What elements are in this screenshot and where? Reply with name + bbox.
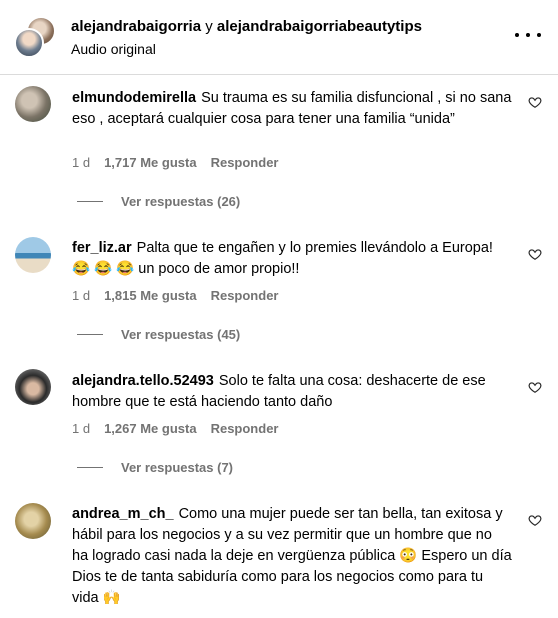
avatar[interactable] [15,237,51,273]
dot [515,33,519,37]
like-heart-icon[interactable] [528,513,542,527]
audio-link[interactable]: Audio original [71,41,156,57]
more-options-button[interactable] [515,22,541,48]
author-link[interactable]: alejandrabaigorriabeautytips [217,18,422,35]
avatar [14,28,44,58]
comment-username[interactable]: fer_liz.ar [72,240,132,256]
comment-likes[interactable]: 1,717 Me gusta [104,155,197,170]
comment-text: Palta que te engañen y lo premies lleván… [72,240,493,277]
reply-button[interactable]: Responder [211,421,279,436]
comment-meta: 1 d 1,815 Me gusta Responder [72,288,278,303]
like-heart-icon[interactable] [528,380,542,394]
collab-avatars[interactable] [14,16,56,58]
comment-meta: 1 d 1,267 Me gusta Responder [72,421,278,436]
divider-line [77,201,103,202]
comment-username[interactable]: alejandra.tello.52493 [72,373,214,389]
divider-line [77,467,103,468]
comment-body: andrea_m_ch_ Como una mujer puede ser tan… [72,504,512,609]
post-authors: alejandrabaigorria y alejandrabaigorriab… [71,18,422,35]
comment-username[interactable]: andrea_m_ch_ [72,506,174,522]
comment-time[interactable]: 1 d [72,288,90,303]
avatar[interactable] [15,369,51,405]
view-replies-label: Ver respuestas (7) [121,460,234,475]
reply-button[interactable]: Responder [211,288,279,303]
view-replies-label: Ver respuestas (26) [121,194,241,209]
view-replies-button[interactable]: Ver respuestas (26) [77,194,240,209]
comment-likes[interactable]: 1,815 Me gusta [104,288,197,303]
author-joiner: y [205,18,213,35]
author-link[interactable]: alejandrabaigorria [71,18,201,35]
comment-likes[interactable]: 1,267 Me gusta [104,421,197,436]
like-heart-icon[interactable] [528,95,542,109]
comment-body: elmundodemirella Su trauma es su familia … [72,88,512,130]
comment-username[interactable]: elmundodemirella [72,90,196,106]
comment-meta: 1 d 1,717 Me gusta Responder [72,155,278,170]
reply-button[interactable]: Responder [211,155,279,170]
dot [526,33,530,37]
like-heart-icon[interactable] [528,247,542,261]
view-replies-button[interactable]: Ver respuestas (45) [77,327,240,342]
divider-line [77,334,103,335]
post-header: alejandrabaigorria y alejandrabaigorriab… [0,0,558,75]
view-replies-button[interactable]: Ver respuestas (7) [77,460,233,475]
comment-time[interactable]: 1 d [72,155,90,170]
dot [537,33,541,37]
avatar[interactable] [15,86,51,122]
comment-body: fer_liz.ar Palta que te engañen y lo prem… [72,238,512,280]
comment-body: alejandra.tello.52493 Solo te falta una c… [72,371,512,413]
view-replies-label: Ver respuestas (45) [121,327,241,342]
avatar[interactable] [15,503,51,539]
comment-time[interactable]: 1 d [72,421,90,436]
